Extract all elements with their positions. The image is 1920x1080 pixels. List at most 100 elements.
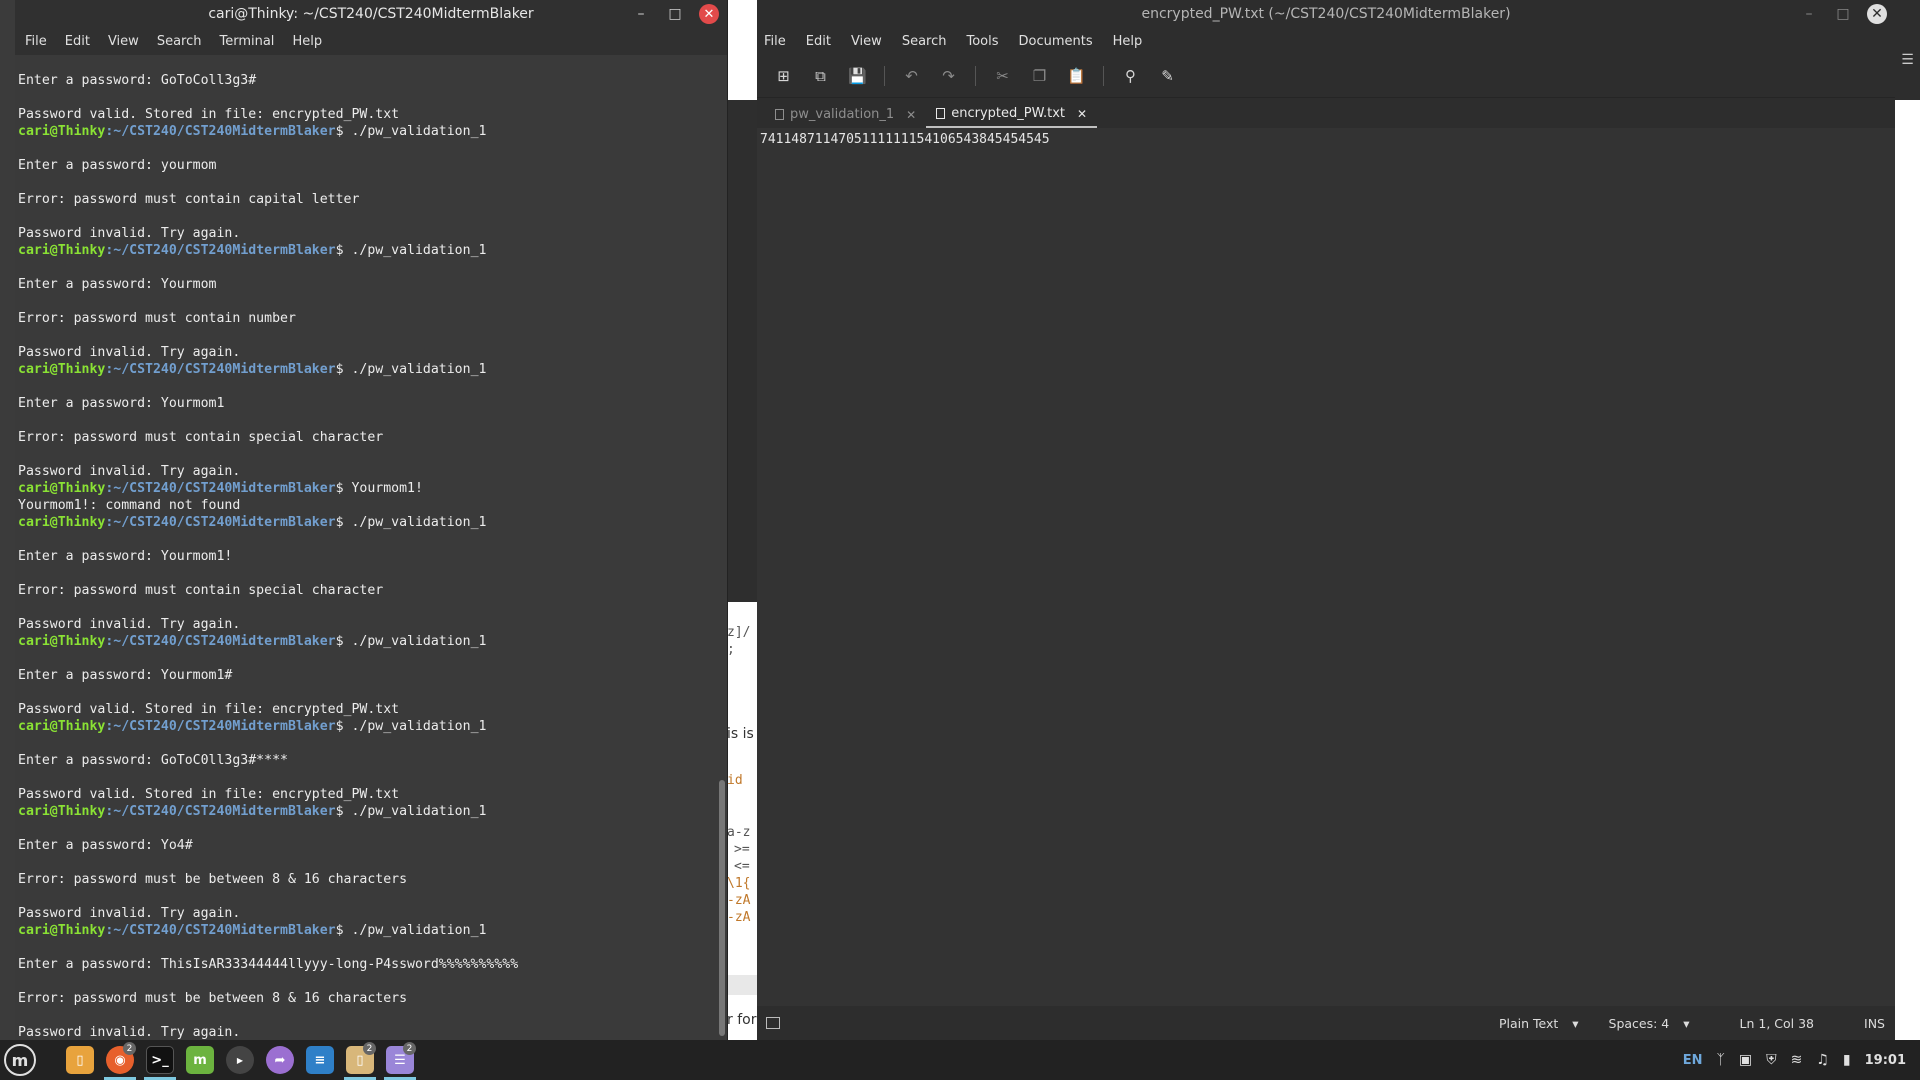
menu-view[interactable]: View — [108, 34, 139, 49]
clipboard-icon[interactable]: ▣ — [1739, 1052, 1752, 1068]
right-window-edge[interactable]: ☰ — [1895, 0, 1920, 1040]
xplayer-launcher[interactable]: ▶ — [220, 1040, 260, 1080]
terminal-line: Password invalid. Try again. — [18, 617, 241, 632]
terminal-line: Enter a password: Yo4# — [18, 838, 193, 853]
firefox-launcher[interactable]: ◉ 2 — [100, 1040, 140, 1080]
tab-encrypted-pw[interactable]: encrypted_PW.txt ✕ — [926, 101, 1098, 128]
editor-window[interactable]: encrypted_PW.txt (~/CST240/CST240Midterm… — [757, 0, 1895, 1040]
terminal-line: Error: password must contain number — [18, 311, 296, 326]
terminal-line: Enter a password: Yourmom1! — [18, 549, 233, 564]
menu-file[interactable]: File — [25, 34, 47, 49]
maximize-icon[interactable]: □ — [665, 4, 685, 24]
bluetooth-icon[interactable]: ᛉ — [1716, 1052, 1724, 1068]
terminal-scrollbar[interactable] — [719, 780, 725, 1036]
sound-icon[interactable]: ♫ — [1816, 1052, 1829, 1068]
new-document-icon[interactable]: ⊞ — [765, 61, 802, 91]
terminal-line: Error: password must contain special cha… — [18, 430, 384, 445]
hamburger-icon[interactable]: ☰ — [1895, 0, 1920, 100]
terminal-line: Enter a password: Yourmom1# — [18, 668, 233, 683]
undo-icon[interactable]: ↶ — [893, 61, 930, 91]
minimize-icon[interactable]: – — [1799, 4, 1819, 24]
menu-edit[interactable]: Edit — [806, 34, 831, 49]
close-icon[interactable]: ✕ — [1867, 4, 1887, 24]
tab-pw-validation[interactable]: pw_validation_1 ✕ — [765, 101, 926, 128]
update-manager-launcher[interactable]: m — [180, 1040, 220, 1080]
editor-line: 7411487114705111111154106543845454545 — [760, 132, 1050, 147]
shield-icon[interactable]: ⛨ — [1766, 1052, 1777, 1068]
editor-text-area[interactable]: 7411487114705111111154106543845454545 — [757, 128, 1895, 1006]
background-window-toolbar — [727, 100, 757, 602]
prompt-user: cari@Thinky — [18, 515, 106, 530]
keyboard-layout[interactable]: EN — [1683, 1053, 1703, 1068]
terminal-line: Error: password must contain special cha… — [18, 583, 384, 598]
folder-icon: ▯ — [66, 1046, 94, 1074]
prompt-command: $ ./pw_validation_1 — [335, 719, 487, 734]
cut-icon[interactable]: ✂ — [984, 61, 1021, 91]
replace-icon[interactable]: ✎ — [1149, 61, 1186, 91]
menu-file[interactable]: File — [764, 34, 786, 49]
save-icon[interactable]: 💾 — [839, 61, 876, 91]
close-tab-icon[interactable]: ✕ — [906, 108, 916, 122]
xed-launcher[interactable]: ☰ 2 — [380, 1040, 420, 1080]
file-manager-launcher[interactable]: ▯ 2 — [340, 1040, 380, 1080]
prompt-path: :~/CST240/CST240MidtermBlaker — [105, 481, 336, 496]
prompt-path: :~/CST240/CST240MidtermBlaker — [105, 515, 336, 530]
battery-icon[interactable]: ▮ — [1843, 1052, 1851, 1068]
editor-titlebar[interactable]: encrypted_PW.txt (~/CST240/CST240Midterm… — [757, 0, 1895, 28]
start-menu-button[interactable]: m — [4, 1044, 36, 1076]
background-fragment: r for — [727, 1012, 757, 1028]
minimize-icon[interactable]: – — [631, 4, 651, 24]
paste-icon[interactable]: 📋 — [1058, 61, 1095, 91]
language-selector[interactable]: Plain Text ▾ — [1479, 1016, 1589, 1031]
background-window[interactable]: z]/ ; is is id a-z >= <= \1{ -zA -zA r f… — [727, 0, 757, 1040]
mint-icon: m — [186, 1046, 214, 1074]
terminal-output[interactable]: Enter a password: GoToColl3g3# Password v… — [15, 55, 727, 1040]
clock[interactable]: 19:01 — [1865, 1053, 1906, 1068]
menu-edit[interactable]: Edit — [65, 34, 90, 49]
menu-help[interactable]: Help — [292, 34, 322, 49]
background-fragment: id — [727, 773, 743, 788]
search-icon[interactable]: ⚲ — [1112, 61, 1149, 91]
menu-documents[interactable]: Documents — [1019, 34, 1093, 49]
terminal-window[interactable]: cari@Thinky: ~/CST240/CST240MidtermBlake… — [15, 0, 728, 1040]
menu-search[interactable]: Search — [157, 34, 202, 49]
close-tab-icon[interactable]: ✕ — [1077, 107, 1087, 121]
desktop: z]/ ; is is id a-z >= <= \1{ -zA -zA r f… — [0, 0, 1920, 1080]
terminal-line: Error: password must be between 8 & 16 c… — [18, 872, 408, 887]
side-panel-icon[interactable] — [766, 1017, 780, 1029]
terminal-prompt-line: cari@Thinky:~/CST240/CST240MidtermBlaker… — [18, 803, 727, 820]
menu-search[interactable]: Search — [902, 34, 947, 49]
menu-help[interactable]: Help — [1113, 34, 1143, 49]
terminal-prompt-line: cari@Thinky:~/CST240/CST240MidtermBlaker… — [18, 514, 727, 531]
redo-icon[interactable]: ↷ — [930, 61, 967, 91]
close-icon[interactable]: ✕ — [699, 4, 719, 24]
copy-icon[interactable]: ❐ — [1021, 61, 1058, 91]
menu-view[interactable]: View — [851, 34, 882, 49]
open-document-icon[interactable]: ⧉ — [802, 61, 839, 91]
share-launcher[interactable]: ➦ — [260, 1040, 300, 1080]
wifi-icon[interactable]: ≋ — [1791, 1052, 1803, 1068]
terminal-titlebar[interactable]: cari@Thinky: ~/CST240/CST240MidtermBlake… — [15, 0, 727, 28]
files-launcher[interactable]: ▯ — [60, 1040, 100, 1080]
menu-terminal[interactable]: Terminal — [219, 34, 274, 49]
maximize-icon[interactable]: □ — [1833, 4, 1853, 24]
terminal-launcher[interactable]: >_ — [140, 1040, 180, 1080]
spaces-selector[interactable]: Spaces: 4 ▾ — [1589, 1016, 1700, 1031]
prompt-user: cari@Thinky — [18, 481, 106, 496]
text-app-launcher[interactable]: ≡ — [300, 1040, 340, 1080]
background-fragment: a-z — [727, 825, 751, 840]
menu-tools[interactable]: Tools — [966, 34, 998, 49]
prompt-command: $ ./pw_validation_1 — [335, 804, 487, 819]
prompt-path: :~/CST240/CST240MidtermBlaker — [105, 719, 336, 734]
